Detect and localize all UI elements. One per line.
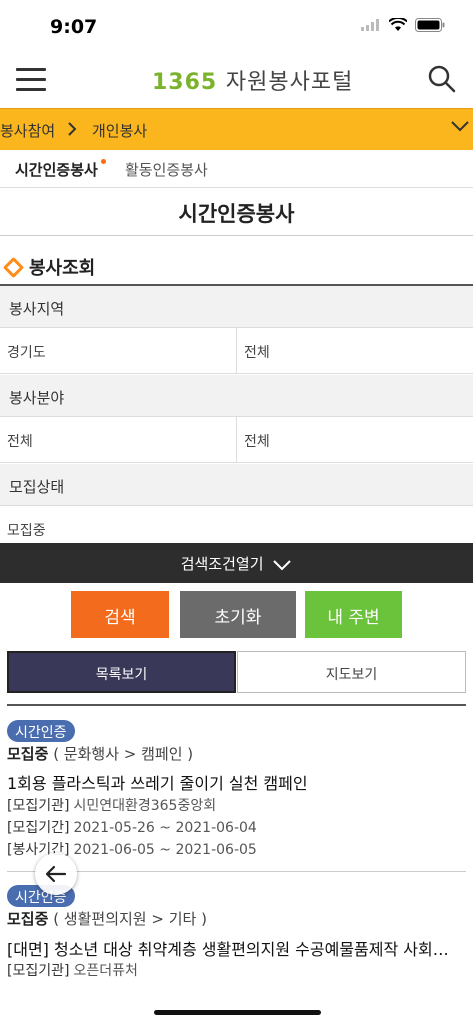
home-indicator[interactable] <box>154 1010 321 1015</box>
chevron-down-icon <box>273 559 292 570</box>
service-value: 2021-06-05 ~ 2021-06-05 <box>73 842 257 858</box>
item-org-row: [모집기관] 시민연대환경365중앙회 <box>7 795 216 815</box>
list-item-status: 모집중 ( 생활편의지원 > 기타 ) <box>7 908 207 929</box>
tab-time-certified[interactable]: 시간인증봉사 <box>15 159 98 180</box>
list-top-line <box>7 704 466 706</box>
recruit-label: [모집기간] <box>7 820 70 836</box>
chevron-right-icon <box>68 122 77 136</box>
divider <box>236 328 237 374</box>
search-icon[interactable] <box>427 64 457 94</box>
site-logo[interactable]: 1365 자원봉사포털 <box>152 64 353 96</box>
tab-activity-certified[interactable]: 활동인증봉사 <box>125 159 208 180</box>
status-bar: 9:07 <box>0 0 473 52</box>
item-recruit-row: [모집기간] 2021-05-26 ~ 2021-06-04 <box>7 817 257 837</box>
app-header: 1365 자원봉사포털 <box>0 52 473 108</box>
list-item-status: 모집중 ( 문화행사 > 캠페인 ) <box>7 743 193 764</box>
sub-tabs: 시간인증봉사 활동인증봉사 <box>0 150 473 188</box>
org-label: [모집기관] <box>7 798 70 814</box>
chevron-down-icon[interactable] <box>449 115 471 137</box>
org-label: [모집기관] <box>7 963 70 979</box>
item-category: ( 생활편의지원 > 기타 ) <box>53 910 207 928</box>
org-value: 오픈더퓨처 <box>73 963 138 979</box>
list-item-title[interactable]: 1회용 플라스틱과 쓰레기 줄이기 실천 캠페인 <box>7 770 462 794</box>
field-sub-select[interactable]: 전체 <box>237 417 473 463</box>
section-title-text: 봉사조회 <box>29 258 96 279</box>
breadcrumb-level1[interactable]: 봉사참여 <box>0 120 55 141</box>
recruit-status: 모집중 <box>7 745 49 763</box>
breadcrumb: 봉사참여 개인봉사 <box>0 108 473 150</box>
region-province-select[interactable]: 경기도 <box>0 328 236 374</box>
status-select[interactable]: 모집중 <box>0 506 473 543</box>
region-label: 봉사지역 <box>0 286 473 328</box>
logo-number: 1365 <box>152 70 218 95</box>
certification-badge: 시간인증 <box>7 720 75 742</box>
divider <box>236 417 237 463</box>
diamond-icon <box>2 256 25 278</box>
logo-text: 자원봉사포털 <box>225 70 354 95</box>
section-title: 봉사조회 <box>2 254 96 280</box>
item-category: ( 문화행사 > 캠페인 ) <box>53 745 194 763</box>
expand-conditions-label: 검색조건열기 <box>180 555 264 573</box>
arrow-left-icon <box>45 865 67 883</box>
field-label: 봉사분야 <box>0 375 473 417</box>
recruit-value: 2021-05-26 ~ 2021-06-04 <box>73 820 257 836</box>
recruit-status: 모집중 <box>7 910 49 928</box>
status-label: 모집상태 <box>0 464 473 506</box>
back-button[interactable] <box>35 853 77 895</box>
menu-icon[interactable] <box>16 68 46 92</box>
status-icons <box>361 18 445 32</box>
expand-conditions-button[interactable]: 검색조건열기 <box>0 543 473 583</box>
tab-list-view[interactable]: 목록보기 <box>7 651 236 693</box>
wifi-icon <box>389 18 407 31</box>
page-title: 시간인증봉사 <box>0 190 473 236</box>
active-dot <box>101 159 106 164</box>
signal-icon <box>361 19 379 31</box>
search-button[interactable]: 검색 <box>71 591 169 638</box>
nearby-button[interactable]: 내 주변 <box>305 591 402 638</box>
battery-icon <box>415 18 445 32</box>
region-city-select[interactable]: 전체 <box>237 328 473 374</box>
list-item-title[interactable]: [대면] 청소년 대상 취약계층 생활편의지원 수공예물품제작 사회… <box>7 936 462 960</box>
item-org-row: [모집기관] 오픈더퓨처 <box>7 960 138 980</box>
org-value: 시민연대환경365중앙회 <box>73 798 217 814</box>
status-time: 9:07 <box>50 16 98 38</box>
reset-button[interactable]: 초기화 <box>180 591 296 638</box>
field-main-select[interactable]: 전체 <box>0 417 236 463</box>
tab-map-view[interactable]: 지도보기 <box>237 651 466 693</box>
breadcrumb-level2[interactable]: 개인봉사 <box>92 120 147 141</box>
bottom-bar <box>0 985 473 1024</box>
